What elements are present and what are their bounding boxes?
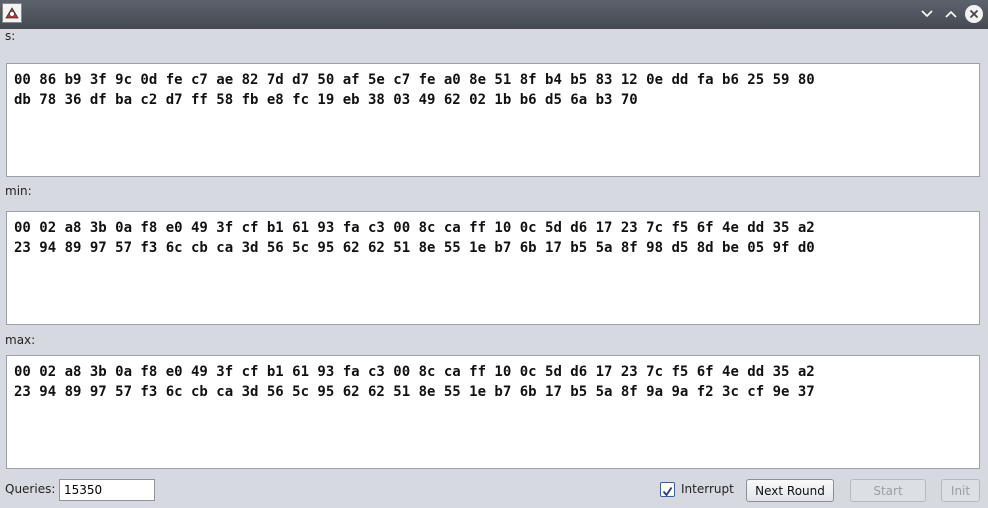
- queries-label: Queries:: [5, 482, 56, 496]
- s-label: s:: [5, 29, 16, 43]
- next-round-button[interactable]: Next Round: [746, 479, 834, 502]
- max-label: max:: [5, 333, 36, 347]
- title-bar: [0, 0, 988, 29]
- interrupt-checkbox[interactable]: [660, 482, 675, 497]
- minimize-icon: [921, 10, 933, 18]
- queries-field[interactable]: [59, 479, 155, 501]
- close-icon: [969, 9, 979, 19]
- minimize-button[interactable]: [918, 5, 936, 23]
- min-text-area[interactable]: 00 02 a8 3b 0a f8 e0 49 3f cf b1 61 93 f…: [6, 211, 980, 325]
- interrupt-label: Interrupt: [681, 482, 734, 496]
- checkmark-icon: [662, 487, 673, 497]
- s-text-area[interactable]: 00 86 b9 3f 9c 0d fe c7 ae 82 7d d7 50 a…: [6, 63, 980, 177]
- app-icon: [2, 3, 22, 23]
- max-text-area[interactable]: 00 02 a8 3b 0a f8 e0 49 3f cf b1 61 93 f…: [6, 355, 980, 469]
- min-label: min:: [5, 184, 32, 198]
- init-button[interactable]: Init: [941, 479, 980, 502]
- maximize-button[interactable]: [942, 5, 960, 23]
- maximize-icon: [945, 10, 957, 18]
- start-button[interactable]: Start: [850, 479, 926, 502]
- close-button[interactable]: [965, 5, 983, 23]
